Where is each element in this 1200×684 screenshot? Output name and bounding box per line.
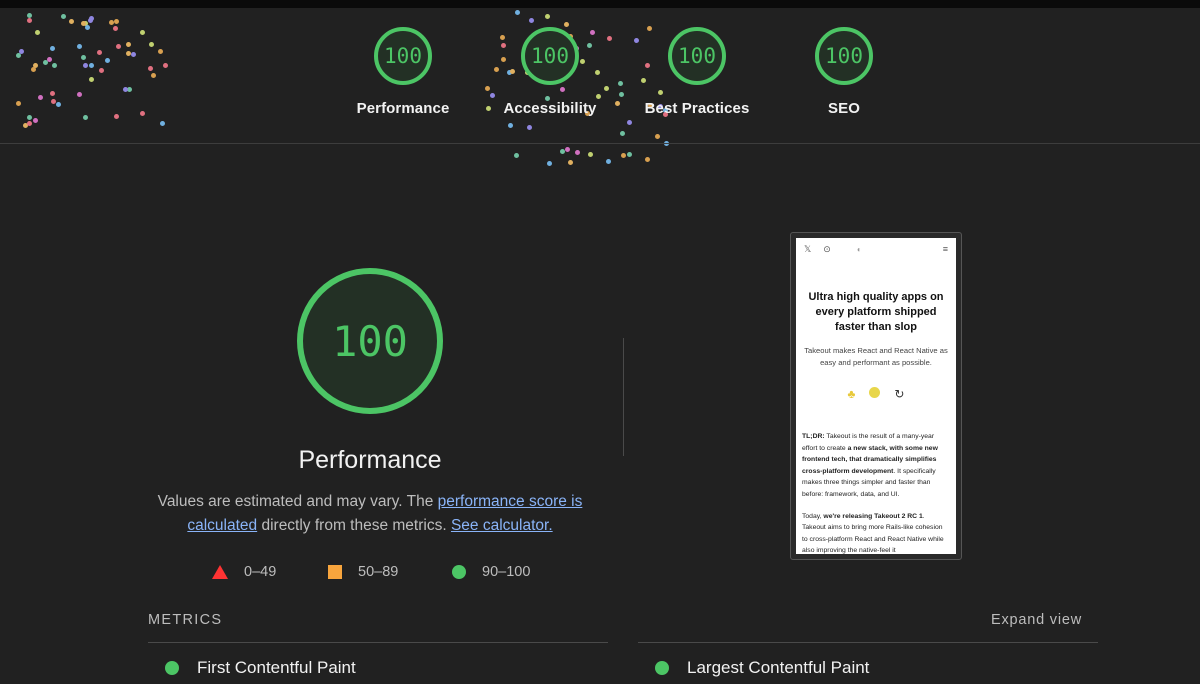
average-square-icon xyxy=(328,565,342,579)
legend-pass: 90–100 xyxy=(452,564,530,580)
screenshot-icon-row: ♣ ↻ xyxy=(796,387,956,401)
score-ring: 100 xyxy=(374,27,432,85)
vertical-divider xyxy=(623,338,624,456)
desc-text: directly from these metrics. xyxy=(257,517,451,534)
confetti-dot xyxy=(587,151,593,157)
confetti-dot xyxy=(626,151,632,157)
metrics-divider-left xyxy=(148,642,608,643)
pass-circle-icon xyxy=(655,661,669,675)
legend-fail-label: 0–49 xyxy=(244,564,277,580)
pass-circle-icon xyxy=(452,565,466,579)
confetti-dot xyxy=(567,159,573,165)
x-icon: 𝕏 xyxy=(804,243,812,254)
legend-fail: 0–49 xyxy=(212,564,276,580)
confetti-dot xyxy=(513,152,519,158)
see-calculator-link[interactable]: See calculator. xyxy=(451,517,553,534)
refresh-icon: ↻ xyxy=(894,387,905,401)
screenshot-content: 𝕏 ⊙ ◐ ≡ Ultra high quality apps on every… xyxy=(796,238,956,554)
screenshot-nav: 𝕏 ⊙ ◐ ≡ xyxy=(796,238,956,260)
pass-circle-icon xyxy=(165,661,179,675)
category-label: Best Practices xyxy=(644,100,750,117)
score-ring: 100 xyxy=(521,27,579,85)
category-header: 100 Performance 100 Accessibility 100 Be… xyxy=(0,8,1200,144)
screenshot-body: TL;DR: Takeout is the result of a many-y… xyxy=(796,431,956,554)
site-logo-icon: ◐ xyxy=(856,244,862,254)
confetti-dot xyxy=(644,156,650,162)
score-ring: 100 xyxy=(815,27,873,85)
desc-text: Values are estimated and may vary. The xyxy=(157,493,438,510)
confetti-dot xyxy=(605,158,611,164)
confetti-dot xyxy=(547,161,553,167)
smiley-icon xyxy=(869,387,881,398)
screenshot-paragraph: Today, we're releasing Takeout 2 RC 1. T… xyxy=(802,511,950,554)
hamburger-menu-icon: ≡ xyxy=(942,244,948,254)
tldr-label: TL;DR: xyxy=(802,433,825,440)
metric-label: Largest Contentful Paint xyxy=(687,658,870,677)
screenshot-paragraph: TL;DR: Takeout is the result of a many-y… xyxy=(802,431,950,501)
score-description: Values are estimated and may vary. The p… xyxy=(140,490,600,538)
metrics-divider-right xyxy=(638,642,1098,643)
screenshot-subtitle: Takeout makes React and React Native as … xyxy=(804,346,948,367)
legend-pass-label: 90–100 xyxy=(482,564,531,580)
github-icon: ⊙ xyxy=(823,243,831,254)
metric-first-contentful-paint[interactable]: First Contentful Paint xyxy=(165,658,356,678)
paragraph-bold-text: we're releasing Takeout 2 RC 1 xyxy=(823,512,923,520)
legend-average: 50–89 xyxy=(328,564,398,580)
confetti-dot xyxy=(574,150,580,156)
category-gauge-accessibility[interactable]: 100 Accessibility xyxy=(475,27,625,117)
duck-icon: ♣ xyxy=(847,387,856,401)
confetti-dot xyxy=(620,153,626,159)
performance-score-gauge: 100 xyxy=(297,268,443,414)
category-gauge-best-practices[interactable]: 100 Best Practices xyxy=(622,27,772,117)
window-top-bar xyxy=(0,0,1200,8)
category-label: Performance xyxy=(356,100,450,117)
paragraph-text: Today, xyxy=(802,512,824,520)
performance-title: Performance xyxy=(298,446,442,474)
metric-largest-contentful-paint[interactable]: Largest Contentful Paint xyxy=(655,658,869,678)
category-label: SEO xyxy=(828,100,860,117)
fail-triangle-icon xyxy=(212,565,228,579)
page-screenshot-thumbnail[interactable]: 𝕏 ⊙ ◐ ≡ Ultra high quality apps on every… xyxy=(790,232,962,560)
expand-view-button[interactable]: Expand view xyxy=(991,612,1082,628)
legend-average-label: 50–89 xyxy=(358,564,399,580)
category-label: Accessibility xyxy=(503,100,597,117)
confetti-dot xyxy=(560,148,566,154)
category-gauge-performance[interactable]: 100 Performance xyxy=(328,27,478,117)
category-gauge-seo[interactable]: 100 SEO xyxy=(769,27,919,117)
confetti-dot xyxy=(564,146,570,152)
metrics-heading: METRICS xyxy=(148,612,223,628)
screenshot-headline: Ultra high quality apps on every platfor… xyxy=(808,291,944,333)
metric-label: First Contentful Paint xyxy=(197,658,356,677)
score-ring: 100 xyxy=(668,27,726,85)
